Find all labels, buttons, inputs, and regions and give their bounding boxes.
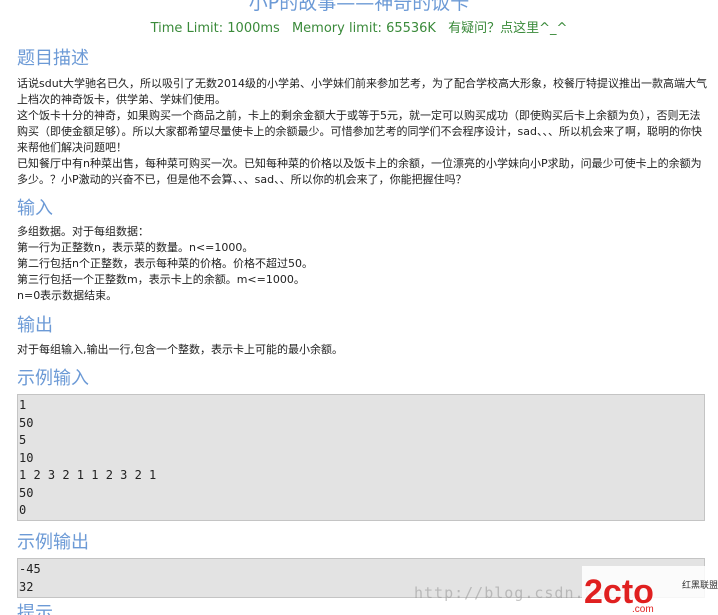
- output-heading: 输出: [17, 315, 53, 336]
- description-paragraph: 这个饭卡十分的神奇，如果购买一个商品之前，卡上的剩余金额大于或等于5元，就一定可…: [17, 109, 702, 154]
- output-text: 对于每组输入,输出一行,包含一个整数，表示卡上可能的最小余额。: [17, 342, 707, 358]
- problem-page: 小P的故事——神奇的饭卡 Time Limit: 1000ms Memory l…: [0, 0, 718, 615]
- input-text: 多组数据。对于每组数据： 第一行为正整数n，表示菜的数量。n<=1000。 第二…: [17, 224, 707, 304]
- input-line: 多组数据。对于每组数据：: [17, 225, 149, 238]
- problem-limits: Time Limit: 1000ms Memory limit: 65536K …: [0, 20, 718, 38]
- description-paragraph: 话说sdut大学驰名已久，所以吸引了无数2014级的小学弟、小学妹们前来参加艺考…: [17, 77, 707, 106]
- sample-input-line: 10: [19, 450, 34, 465]
- hint-heading: 提示: [17, 603, 53, 615]
- input-heading: 输入: [17, 198, 53, 219]
- input-line: n=0表示数据结束。: [17, 289, 118, 302]
- sample-input-line: 50: [19, 485, 34, 500]
- time-limit: Time Limit: 1000ms: [150, 21, 280, 36]
- output-line: 对于每组输入,输出一行,包含一个整数，表示卡上可能的最小余额。: [17, 343, 343, 356]
- description-text: 话说sdut大学驰名已久，所以吸引了无数2014级的小学弟、小学妹们前来参加艺考…: [17, 76, 707, 188]
- site-logo: 2cto .com 红黑联盟: [582, 566, 718, 615]
- logo-side-text: 红黑联盟: [682, 579, 718, 591]
- input-line: 第二行包括n个正整数，表示每种菜的价格。价格不超过50。: [17, 257, 313, 270]
- input-line: 第一行为正整数n，表示菜的数量。n<=1000。: [17, 241, 254, 254]
- sample-input-line: 0: [19, 503, 27, 517]
- memory-limit: Memory limit: 65536K: [291, 21, 436, 36]
- sample-output-heading: 示例输出: [17, 532, 89, 553]
- sample-input-line: 5: [19, 433, 27, 447]
- sample-input-line: 50: [19, 415, 34, 430]
- ask-question-link[interactable]: 有疑问？点这里^_^: [448, 21, 567, 36]
- sample-input-line: 1 2 3 2 1 1 2 3 2 1: [19, 468, 157, 482]
- sample-input-line: 1: [19, 398, 27, 412]
- description-paragraph: 已知餐厅中有n种菜出售，每种菜可购买一次。已知每种菜的价格以及饭卡上的余额，一位…: [17, 157, 702, 186]
- input-line: 第三行包括一个正整数m，表示卡上的余额。m<=1000。: [17, 273, 305, 286]
- logo-suffix: .com: [632, 604, 654, 615]
- sample-input-box[interactable]: 1 50 5 10 1 2 3 2 1 1 2 3 2 1 50 0: [17, 394, 705, 521]
- problem-title: 小P的故事——神奇的饭卡: [248, 0, 470, 14]
- sample-input-heading: 示例输入: [17, 368, 89, 389]
- description-heading: 题目描述: [17, 48, 89, 69]
